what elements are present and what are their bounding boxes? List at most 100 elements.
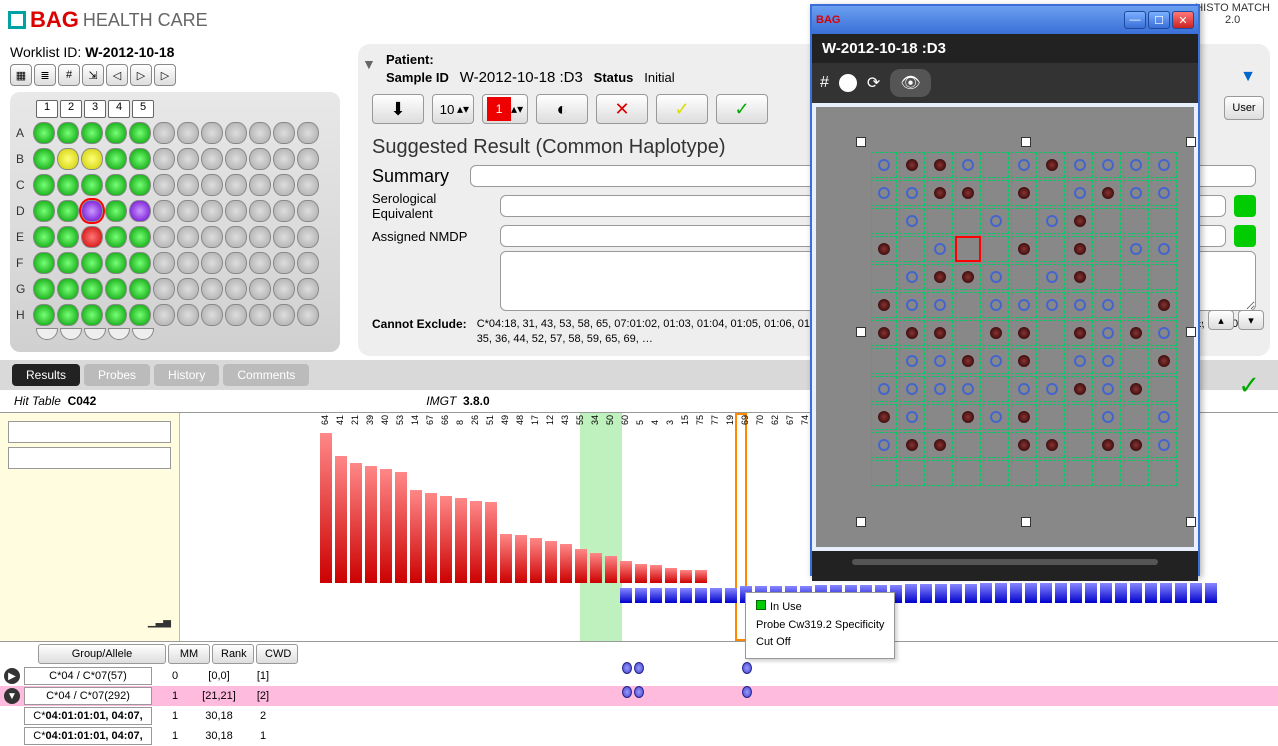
row-expand-icon[interactable]: ▼ [4, 688, 20, 704]
popup-close-button[interactable]: ✕ [1172, 11, 1194, 29]
well-A2[interactable] [57, 122, 79, 144]
tab-comments[interactable]: Comments [223, 364, 309, 386]
popup-min-button[interactable]: — [1124, 11, 1146, 29]
col-rank[interactable]: Rank [212, 644, 254, 664]
well-F4[interactable] [105, 252, 127, 274]
import-button[interactable]: ⬇ [372, 94, 424, 124]
well-D6[interactable] [153, 200, 175, 222]
well-D11[interactable] [273, 200, 295, 222]
well-B2[interactable] [57, 148, 79, 170]
popup-circle-button[interactable] [839, 74, 857, 92]
well-B3[interactable] [81, 148, 103, 170]
well-C6[interactable] [153, 174, 175, 196]
well-B8[interactable] [201, 148, 223, 170]
well-D10[interactable] [249, 200, 271, 222]
well-B12[interactable] [297, 148, 319, 170]
col-group-allele[interactable]: Group/Allele [38, 644, 166, 664]
well-E8[interactable] [201, 226, 223, 248]
nav-prev-button[interactable]: ▷ [130, 64, 152, 86]
well-A3[interactable] [81, 122, 103, 144]
well-H3[interactable] [81, 304, 103, 326]
well-B5[interactable] [129, 148, 151, 170]
well-H8[interactable] [201, 304, 223, 326]
well-G4[interactable] [105, 278, 127, 300]
well-B4[interactable] [105, 148, 127, 170]
table-row[interactable]: C*04:01:01:01, 04:07,130,182 [0, 706, 1278, 726]
well-F2[interactable] [57, 252, 79, 274]
popup-refresh-button[interactable]: ⟳ [867, 73, 880, 93]
well-H5[interactable] [129, 304, 151, 326]
popup-array-image[interactable] [816, 107, 1194, 547]
accept-button[interactable]: ✓ [716, 94, 768, 124]
well-F12[interactable] [297, 252, 319, 274]
well-G10[interactable] [249, 278, 271, 300]
well-H4[interactable] [105, 304, 127, 326]
well-D3[interactable] [81, 200, 103, 222]
well-H10[interactable] [249, 304, 271, 326]
well-A4[interactable] [105, 122, 127, 144]
well-A5[interactable] [129, 122, 151, 144]
well-H9[interactable] [225, 304, 247, 326]
well-A10[interactable] [249, 122, 271, 144]
tab-probes[interactable]: Probes [84, 364, 150, 386]
plate-col-5[interactable]: 5 [132, 100, 154, 118]
well-F3[interactable] [81, 252, 103, 274]
plate-col-2[interactable]: 2 [60, 100, 82, 118]
well-G5[interactable] [129, 278, 151, 300]
well-F5[interactable] [129, 252, 151, 274]
reject-button[interactable]: ✕ [596, 94, 648, 124]
well-H2[interactable] [57, 304, 79, 326]
expand-arrow-icon[interactable]: ▼ [1240, 68, 1256, 86]
popup-hash-button[interactable]: # [820, 74, 829, 92]
well-E9[interactable] [225, 226, 247, 248]
well-E12[interactable] [297, 226, 319, 248]
well-E10[interactable] [249, 226, 271, 248]
well-C11[interactable] [273, 174, 295, 196]
well-F1[interactable] [33, 252, 55, 274]
well-A7[interactable] [177, 122, 199, 144]
tab-history[interactable]: History [154, 364, 219, 386]
well-A8[interactable] [201, 122, 223, 144]
well-B1[interactable] [33, 148, 55, 170]
well-E5[interactable] [129, 226, 151, 248]
well-F10[interactable] [249, 252, 271, 274]
table-row[interactable]: C*04:01:01:01, 04:07,130,181 [0, 726, 1278, 746]
well-C12[interactable] [297, 174, 319, 196]
well-D1[interactable] [33, 200, 55, 222]
well-H11[interactable] [273, 304, 295, 326]
well-D7[interactable] [177, 200, 199, 222]
well-D8[interactable] [201, 200, 223, 222]
well-E1[interactable] [33, 226, 55, 248]
nmdp-ok-button[interactable] [1234, 225, 1256, 247]
well-H1[interactable] [33, 304, 55, 326]
row-expand-icon[interactable]: ▶ [4, 668, 20, 684]
well-B7[interactable] [177, 148, 199, 170]
well-E6[interactable] [153, 226, 175, 248]
sero-ok-button[interactable] [1234, 195, 1256, 217]
well-B11[interactable] [273, 148, 295, 170]
well-G6[interactable] [153, 278, 175, 300]
well-C4[interactable] [105, 174, 127, 196]
well-D2[interactable] [57, 200, 79, 222]
well-C2[interactable] [57, 174, 79, 196]
well-C9[interactable] [225, 174, 247, 196]
flag-button[interactable]: ✓ [656, 94, 708, 124]
well-D9[interactable] [225, 200, 247, 222]
col-cwd[interactable]: CWD [256, 644, 298, 664]
well-F7[interactable] [177, 252, 199, 274]
well-A6[interactable] [153, 122, 175, 144]
plate-col-1[interactable]: 1 [36, 100, 58, 118]
well-B6[interactable] [153, 148, 175, 170]
filter-input-2[interactable] [8, 447, 171, 469]
well-G3[interactable] [81, 278, 103, 300]
collapse-icon[interactable]: ▼ [362, 56, 376, 72]
spinner-2[interactable]: 1▴▾ [482, 94, 528, 124]
well-E4[interactable] [105, 226, 127, 248]
well-G8[interactable] [201, 278, 223, 300]
confirm-big-button[interactable]: ✓ [1238, 370, 1260, 401]
well-E11[interactable] [273, 226, 295, 248]
hash-button[interactable]: # [58, 64, 80, 86]
well-G2[interactable] [57, 278, 79, 300]
nav-first-button[interactable]: ◁ [106, 64, 128, 86]
well-B10[interactable] [249, 148, 271, 170]
